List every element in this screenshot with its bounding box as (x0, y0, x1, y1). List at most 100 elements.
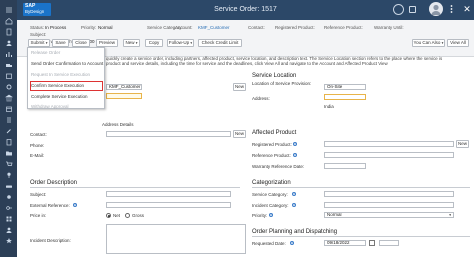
help-icon[interactable]: ? (292, 203, 296, 207)
calendar-icon[interactable] (369, 240, 375, 246)
net-label: Net (113, 213, 121, 218)
reference-product-label: Reference Product: (324, 25, 363, 30)
key-icon[interactable] (3, 204, 14, 212)
phone-label: Phone: (30, 143, 45, 148)
preview-button[interactable]: Preview (96, 39, 118, 47)
new-button[interactable]: New ▾ (123, 39, 140, 47)
submit-button[interactable]: Submit ▾ (28, 39, 50, 47)
reference-product-input[interactable] (324, 152, 454, 158)
email-label: E-Mail: (30, 153, 45, 158)
view-all-button[interactable]: View All (447, 39, 469, 47)
priority-value: Normal (98, 25, 113, 30)
service-category-label: Service Category: (252, 192, 288, 197)
priority-label: Priority: (81, 25, 97, 30)
people-icon[interactable] (3, 39, 14, 47)
requested-date-input[interactable]: 09/18/2022 (324, 240, 366, 246)
country-value: India (324, 104, 334, 109)
registered-product-input[interactable] (324, 141, 454, 147)
account-link[interactable]: KMF_Customer (198, 25, 230, 30)
grid-icon[interactable] (3, 215, 14, 223)
avatar[interactable] (429, 2, 443, 16)
screen-icon[interactable] (409, 6, 416, 13)
incident-description-label: Incident Description: (30, 238, 71, 243)
reference-product-label: Reference Product: (252, 153, 291, 158)
location-of-service-label: Location of Service Provision: (252, 81, 312, 86)
warranty-until-label: Warranty Until: (374, 25, 404, 30)
subject-input[interactable] (106, 191, 231, 197)
help-icon[interactable]: ? (73, 203, 77, 207)
help-icon[interactable]: ? (290, 241, 294, 245)
settings-icon[interactable] (3, 193, 14, 201)
registered-product-new-button[interactable]: New (456, 140, 469, 148)
left-navigation-bar (0, 0, 17, 257)
close-button[interactable]: Close (72, 39, 90, 47)
menu-icon[interactable] (3, 6, 14, 14)
location-of-service-input[interactable]: On-Site (324, 84, 366, 90)
contact-input[interactable] (106, 131, 231, 137)
incident-category-input[interactable] (324, 202, 454, 208)
service-category-input[interactable] (324, 191, 454, 197)
star-icon[interactable] (3, 237, 14, 245)
external-reference-input[interactable] (106, 202, 231, 208)
check-credit-limit-button[interactable]: Check Credit Limit (198, 39, 242, 47)
account-detail-input[interactable] (106, 93, 142, 99)
home-icon[interactable] (3, 17, 14, 25)
incident-category-label: Incident Category: (252, 203, 289, 208)
clipboard-icon[interactable] (3, 138, 14, 146)
gear-icon[interactable] (3, 83, 14, 91)
document-icon[interactable] (3, 28, 14, 36)
box-icon[interactable] (3, 72, 14, 80)
affected-product-title: Affected Product (252, 130, 297, 136)
menu-item-confirm-service-execution[interactable]: Confirm Service Execution (31, 83, 84, 88)
help-icon[interactable]: ? (293, 153, 297, 157)
help-icon[interactable]: ? (292, 192, 296, 196)
save-button[interactable]: Save (52, 39, 69, 47)
wrench-icon[interactable] (3, 127, 14, 135)
shell-header: SAP ByDesign Service Order: 1517 ✕ (17, 0, 474, 20)
menu-item-withdraw-approval[interactable]: Withdraw Approval (31, 104, 69, 109)
follow-up-button[interactable]: Follow-Up ▾ (167, 39, 194, 47)
close-icon[interactable]: ✕ (462, 4, 472, 14)
truck-icon[interactable] (3, 61, 14, 69)
account-input[interactable]: KMF_Customer (106, 84, 142, 90)
gross-label: Gross (132, 213, 145, 218)
menu-item-request-service-execution[interactable]: Request In Service Execution (31, 72, 90, 77)
more-vertical-icon[interactable] (448, 4, 455, 14)
status-label: Status: (30, 25, 45, 30)
warranty-reference-date-input[interactable] (324, 163, 366, 169)
requested-date-label: Requested Date: (252, 241, 286, 246)
gross-radio[interactable] (125, 213, 130, 218)
price-in-label: Price in: (30, 213, 47, 218)
copy-button[interactable]: Copy (145, 39, 163, 47)
help-icon[interactable]: ? (269, 213, 273, 217)
status-value: In Process (45, 25, 67, 30)
calendar-icon[interactable] (3, 105, 14, 113)
net-radio[interactable] (106, 213, 111, 218)
registered-product-label: Registered Product: (275, 25, 315, 30)
list-icon[interactable] (3, 116, 14, 124)
account-new-button[interactable]: New (233, 83, 246, 91)
menu-item-send-confirmation[interactable]: Send Order Confirmation to Account (31, 61, 103, 66)
window-title: Service Order: 1517 (214, 6, 277, 13)
menu-item-release-order[interactable]: Release Order (31, 50, 60, 55)
address-input[interactable] (324, 94, 366, 100)
bank-icon[interactable] (3, 94, 14, 102)
chart-icon[interactable] (3, 50, 14, 58)
window-control-icon[interactable] (393, 4, 404, 15)
cart-icon[interactable] (3, 160, 14, 168)
pin-icon[interactable] (3, 171, 14, 179)
incident-description-textarea[interactable] (106, 224, 246, 254)
car-icon[interactable] (3, 182, 14, 190)
folder-icon[interactable] (3, 149, 14, 157)
divider (252, 236, 470, 237)
help-icon[interactable]: ? (293, 142, 297, 146)
contact-new-button[interactable]: New (233, 130, 246, 138)
priority-label: Priority: (252, 213, 268, 218)
intro-text: quickly create a service order, includin… (106, 56, 443, 66)
you-can-also-button[interactable]: You Can Also ▾ (412, 39, 445, 47)
user-icon[interactable] (3, 226, 14, 234)
priority-select[interactable]: Normal ▾ (324, 212, 454, 218)
requested-time-input[interactable] (379, 240, 399, 246)
menu-item-complete-service-execution[interactable]: Complete Service Execution (31, 94, 88, 99)
address-details-link[interactable]: Address Details (102, 122, 134, 127)
